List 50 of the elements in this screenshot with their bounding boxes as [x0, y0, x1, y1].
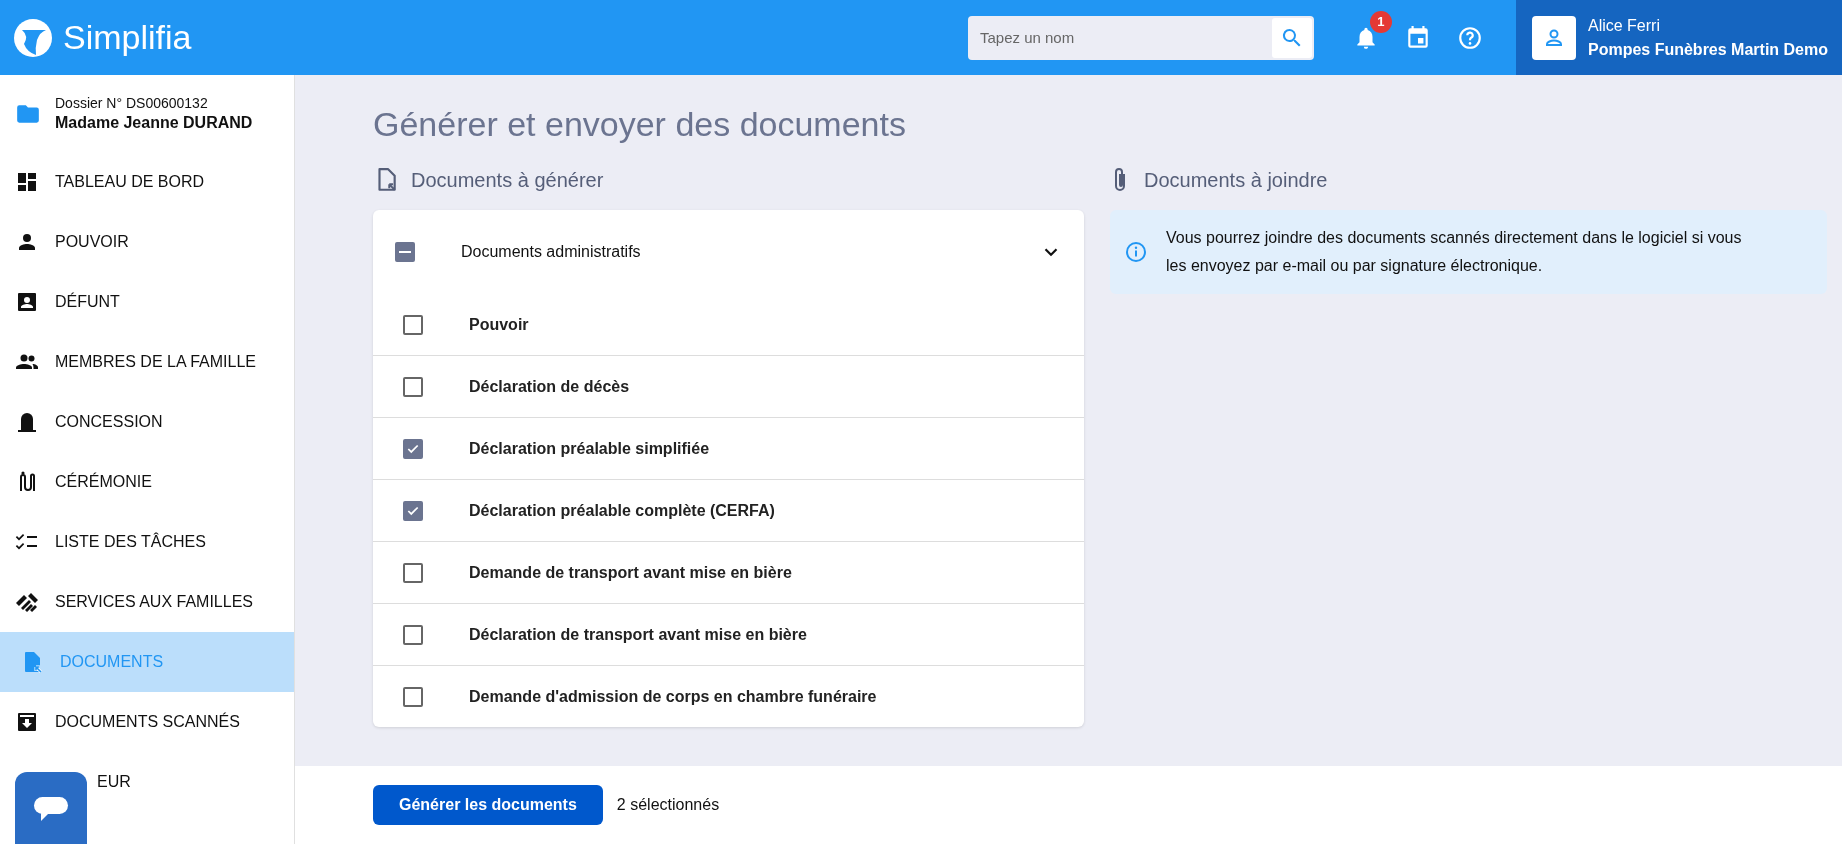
sidebar-item[interactable]: LISTE DES TÂCHES — [0, 512, 294, 572]
sidebar-item[interactable]: CÉRÉMONIE — [0, 452, 294, 512]
search-bar[interactable]: Tapez un nom — [967, 15, 1314, 60]
document-label: Pouvoir — [469, 315, 529, 334]
checkbox[interactable] — [403, 686, 423, 707]
checkbox[interactable] — [403, 438, 423, 459]
info-text: Vous pourrez joindre des documents scannés directement dans le logiciel si vous les envoyez par e-mail ou par signature électronique. — [1166, 228, 1743, 276]
notification-count: 1 — [1369, 10, 1392, 33]
section-heading: Documents à joindre — [1144, 168, 1328, 192]
sidebar-item[interactable]: POUVOIR — [0, 212, 294, 272]
document-label: Déclaration de transport avant mise en bière — [469, 625, 807, 644]
document-label: Déclaration préalable complète (CERFA) — [469, 501, 775, 520]
company-name: Pompes Funèbres Martin Demo — [1587, 40, 1828, 59]
page-title: Générer et envoyer des documents — [373, 105, 907, 144]
sidebar-item[interactable]: DOCUMENTS SCANNÉS — [0, 692, 294, 752]
dossier-name: Madame Jeanne DURAND — [55, 114, 253, 132]
tombstone-icon — [15, 410, 39, 434]
sidebar-item[interactable]: EUR — [0, 752, 294, 812]
contact-card-icon — [15, 290, 39, 314]
sidebar-item[interactable]: DÉFUNT — [0, 272, 294, 332]
document-label: Déclaration de décès — [469, 377, 630, 396]
dossier-number: Dossier N° DS00600132 — [55, 95, 209, 111]
logo-icon — [13, 17, 53, 58]
document-label: Demande de transport avant mise en bière — [469, 563, 792, 582]
checkbox[interactable] — [395, 242, 415, 262]
user-name: Alice Ferri — [1587, 16, 1661, 35]
section-heading: Documents à générer — [411, 168, 604, 192]
checkbox[interactable] — [403, 624, 423, 645]
sidebar-item[interactable]: TABLEAU DE BORD — [0, 152, 294, 212]
sidebar-item[interactable]: SERVICES AUX FAMILLES — [0, 572, 294, 632]
document-label: Déclaration préalable simplifiée — [469, 439, 710, 458]
sidebar-item[interactable]: MEMBRES DE LA FAMILLE — [0, 332, 294, 392]
search-field[interactable]: Tapez un nom — [967, 17, 1272, 58]
help-icon — [1456, 24, 1483, 51]
search-button[interactable] — [1271, 17, 1312, 58]
dashboard-icon — [15, 170, 39, 194]
archive-box-icon — [15, 710, 39, 734]
checkbox[interactable] — [403, 314, 423, 335]
info-icon — [1124, 240, 1148, 264]
generate-button[interactable]: Générer les documents — [373, 785, 603, 825]
checkbox[interactable] — [403, 562, 423, 583]
sidebar-item[interactable]: CONCESSION — [0, 392, 294, 452]
group-label: Documents administratifs — [461, 243, 642, 261]
logo-text: Simplifia — [63, 18, 192, 57]
document-label: Demande d'admission de corps en chambre funéraire — [469, 687, 877, 706]
chat-button[interactable] — [15, 772, 87, 844]
avatar[interactable] — [1531, 15, 1576, 60]
selection-count: 2 sélectionnés — [616, 796, 720, 814]
checkbox[interactable] — [403, 500, 423, 521]
checkbox[interactable] — [403, 376, 423, 397]
